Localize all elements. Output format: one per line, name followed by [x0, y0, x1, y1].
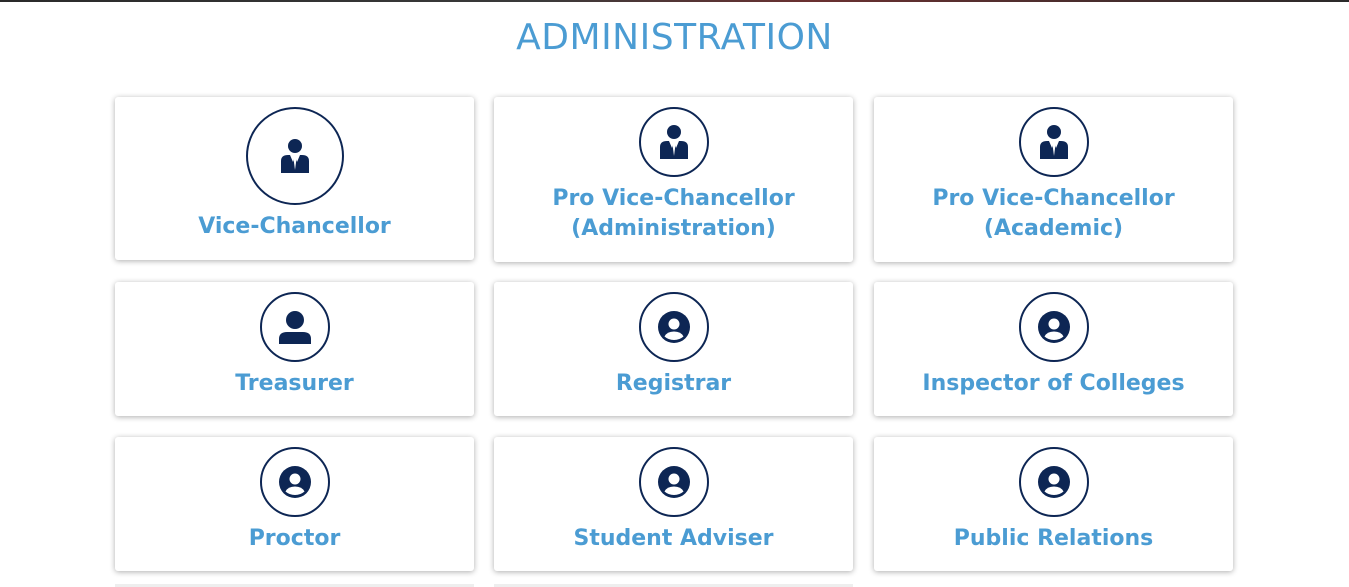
- user-circle-icon: [1018, 447, 1089, 517]
- card-public-relations[interactable]: Public Relations: [874, 437, 1233, 571]
- card-label: Registrar: [615, 371, 732, 396]
- card-inspector-of-colleges[interactable]: Inspector of Colleges: [874, 282, 1233, 416]
- card-student-adviser[interactable]: Student Adviser: [494, 437, 853, 571]
- person-suit-icon: [245, 107, 344, 205]
- person-suit-icon: [1018, 107, 1089, 177]
- card-label: Vice-Chancellor: [198, 214, 391, 239]
- card-proctor[interactable]: Proctor: [115, 437, 474, 571]
- card-label: Inspector of Colleges: [922, 371, 1185, 396]
- card-vice-chancellor[interactable]: Vice-Chancellor: [115, 97, 474, 260]
- card-treasurer[interactable]: Treasurer: [115, 282, 474, 416]
- page-title: ADMINISTRATION: [516, 17, 833, 58]
- user-circle-icon: [1018, 292, 1089, 362]
- card-label-line2: (Academic): [983, 216, 1124, 241]
- card-pro-vc-administration[interactable]: Pro Vice-Chancellor (Administration): [494, 97, 853, 262]
- card-pro-vc-academic[interactable]: Pro Vice-Chancellor (Academic): [874, 97, 1233, 262]
- person-suit-icon: [638, 107, 709, 177]
- top-header-strip: [0, 0, 1349, 2]
- card-label: Public Relations: [953, 526, 1154, 551]
- card-label-line2: (Administration): [571, 216, 776, 241]
- user-circle-icon: [259, 447, 330, 517]
- user-circle-icon: [638, 447, 709, 517]
- card-registrar[interactable]: Registrar: [494, 282, 853, 416]
- user-circle-icon: [638, 292, 709, 362]
- card-label: Proctor: [248, 526, 341, 551]
- card-label-line1: Pro Vice-Chancellor: [932, 186, 1175, 211]
- card-label: Treasurer: [235, 371, 354, 396]
- user-icon: [259, 292, 330, 362]
- card-label: Student Adviser: [573, 526, 774, 551]
- card-label-line1: Pro Vice-Chancellor: [552, 186, 795, 211]
